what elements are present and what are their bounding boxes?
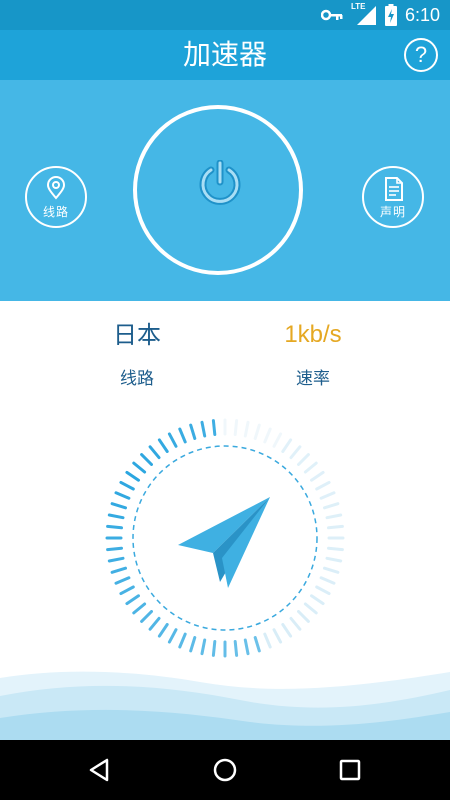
gauge-tick: [189, 636, 197, 653]
gauge-tick: [211, 640, 217, 657]
gauge-tick: [110, 566, 127, 574]
gauge-tick: [253, 423, 261, 440]
gauge-tick: [327, 546, 344, 552]
gauge-tick: [310, 594, 325, 606]
gauge-tick: [114, 491, 131, 500]
gauge-tick: [200, 638, 207, 656]
gauge-tick: [157, 623, 169, 638]
gauge-tick: [106, 524, 123, 530]
gauge-tick: [132, 461, 147, 474]
gauge-tick: [233, 419, 239, 436]
gauge-tick: [125, 594, 140, 606]
gauge-tick: [310, 470, 325, 482]
gauge-tick: [325, 556, 343, 563]
gauge-tick: [157, 438, 169, 453]
gauge-tick: [148, 445, 161, 460]
gauge-tick: [315, 480, 331, 491]
gauge-tick: [303, 602, 318, 615]
gauge-tick: [140, 610, 153, 623]
gauge-tick: [263, 427, 272, 444]
gauge-tick: [263, 632, 272, 649]
gauge-tick: [178, 632, 187, 649]
gauge-tick: [281, 623, 293, 638]
gauge-tick: [140, 453, 153, 466]
gauge-tick: [189, 423, 197, 440]
gauge-tick: [272, 432, 283, 448]
gauge-tick: [167, 432, 178, 448]
gauge-tick: [327, 524, 344, 530]
paper-plane-icon: [178, 497, 270, 588]
gauge-tick: [211, 419, 217, 436]
gauge-tick: [107, 556, 125, 563]
navigation-bar: [0, 740, 450, 800]
gauge-tick: [119, 585, 135, 596]
gauge-tick: [243, 638, 250, 656]
gauge-tick: [319, 576, 336, 585]
gauge-tick: [233, 640, 239, 657]
gauge-tick: [272, 628, 283, 644]
gauge-tick: [323, 502, 340, 510]
gauge-tick: [114, 576, 131, 585]
gauge-tick: [106, 546, 123, 552]
recents-icon[interactable]: [335, 755, 365, 785]
gauge-tick: [319, 491, 336, 500]
gauge-tick: [315, 585, 331, 596]
gauge-tick: [297, 610, 310, 623]
gauge-tick: [148, 616, 161, 631]
gauge-tick: [297, 453, 310, 466]
home-icon[interactable]: [210, 755, 240, 785]
gauge-tick: [178, 427, 187, 444]
gauge-tick: [243, 420, 250, 438]
wave-decoration: [0, 671, 450, 740]
gauge-tick: [325, 513, 343, 520]
gauge-tick: [167, 628, 178, 644]
gauge-tick: [110, 502, 127, 510]
speed-gauge: [105, 418, 345, 658]
gauge-tick: [132, 602, 147, 615]
gauge-tick: [200, 420, 207, 438]
back-icon[interactable]: [85, 755, 115, 785]
gauge-tick: [281, 438, 293, 453]
gauge-tick: [253, 636, 261, 653]
gauge-tick: [107, 513, 125, 520]
gauge-tick: [303, 461, 318, 474]
gauge-tick: [119, 480, 135, 491]
gauge-tick: [289, 616, 302, 631]
gauge-tick: [323, 566, 340, 574]
gauge-tick: [125, 470, 140, 482]
gauge-tick: [289, 445, 302, 460]
